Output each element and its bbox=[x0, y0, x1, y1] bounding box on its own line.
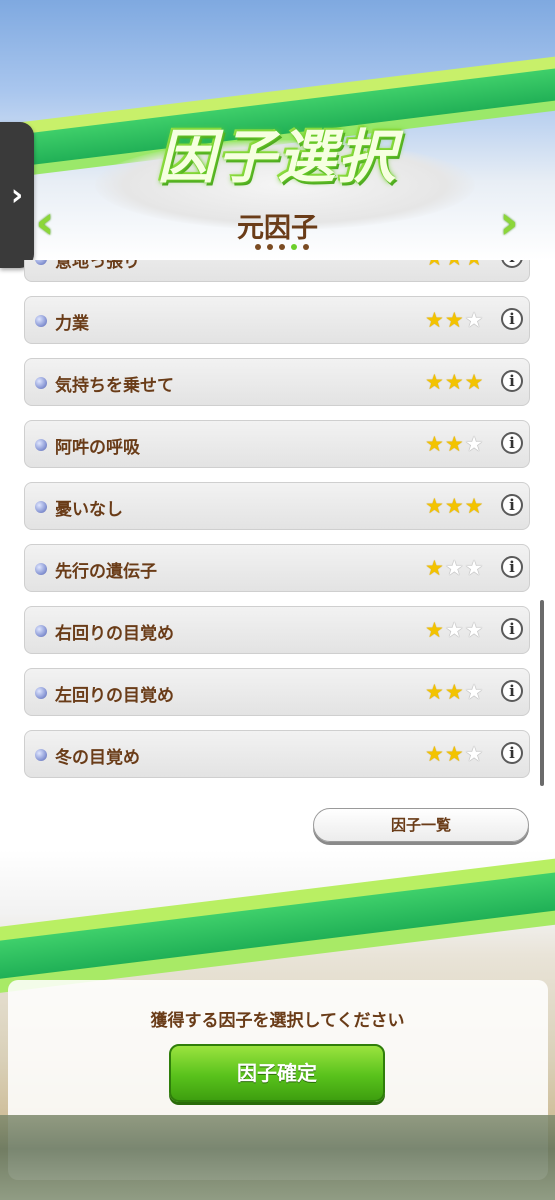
info-icon[interactable]: i bbox=[501, 680, 523, 702]
selection-prompt: 獲得する因子を選択してください bbox=[150, 1011, 405, 1031]
star-filled-icon: ★ bbox=[425, 556, 444, 580]
star-filled-icon: ★ bbox=[425, 260, 444, 269]
star-filled-icon: ★ bbox=[444, 432, 464, 456]
star-rating: ★★★ bbox=[425, 557, 483, 579]
factor-label: 冬の目覚め bbox=[55, 748, 140, 768]
star-empty-icon: ★ bbox=[464, 680, 484, 704]
star-empty-icon: ★ bbox=[464, 618, 484, 642]
star-filled-icon: ★ bbox=[425, 432, 444, 456]
info-icon[interactable]: i bbox=[501, 494, 523, 516]
factor-row[interactable]: 冬の目覚め ★ ★ ★ i bbox=[24, 730, 530, 778]
star-filled-icon: ★ bbox=[444, 370, 464, 394]
factor-label: 左回りの目覚め bbox=[55, 686, 174, 706]
star-filled-icon: ★ bbox=[425, 308, 444, 332]
bullet-icon bbox=[35, 749, 47, 761]
star-rating: ★★★ bbox=[425, 371, 483, 393]
star-filled-icon: ★ bbox=[464, 370, 484, 394]
star-filled-icon: ★ bbox=[444, 308, 464, 332]
bullet-icon bbox=[35, 563, 47, 575]
info-icon[interactable]: i bbox=[501, 370, 523, 392]
confirm-factor-button[interactable]: 因子確定 bbox=[169, 1044, 385, 1102]
star-rating: ★★★ bbox=[425, 433, 483, 455]
star-filled-icon: ★ bbox=[425, 370, 444, 394]
factor-list-button[interactable]: 因子一覧 bbox=[313, 808, 529, 842]
star-empty-icon: ★ bbox=[444, 556, 464, 580]
page-dot bbox=[303, 244, 309, 250]
star-filled-icon: ★ bbox=[425, 618, 444, 642]
page-dot bbox=[267, 244, 273, 250]
info-icon[interactable]: i bbox=[501, 556, 523, 578]
factor-row[interactable]: 先行の遺伝子 ★ ★ ★ i bbox=[24, 544, 530, 592]
factor-row[interactable]: 憂いなし ★ ★ ★ i bbox=[24, 482, 530, 530]
factor-label: 意地っ張り bbox=[55, 260, 140, 272]
factor-label: 阿吽の呼吸 bbox=[55, 438, 140, 458]
scrollbar[interactable] bbox=[540, 600, 544, 786]
star-filled-icon: ★ bbox=[425, 680, 444, 704]
star-empty-icon: ★ bbox=[464, 432, 484, 456]
bullet-icon bbox=[35, 501, 47, 513]
bullet-icon bbox=[35, 315, 47, 327]
bullet-icon bbox=[35, 377, 47, 389]
star-rating: ★★★ bbox=[425, 681, 483, 703]
page-title: 因子選択 bbox=[157, 123, 398, 191]
bullet-icon bbox=[35, 687, 47, 699]
factor-row[interactable]: 左回りの目覚め ★ ★ ★ i bbox=[24, 668, 530, 716]
star-empty-icon: ★ bbox=[464, 308, 484, 332]
star-empty-icon: ★ bbox=[464, 742, 484, 766]
page-dot bbox=[255, 244, 261, 250]
info-icon[interactable]: i bbox=[501, 308, 523, 330]
star-filled-icon: ★ bbox=[465, 260, 484, 269]
factor-label: 憂いなし bbox=[55, 500, 123, 520]
factor-label: 先行の遺伝子 bbox=[55, 562, 157, 582]
section-subtitle: 元因子 bbox=[237, 213, 318, 244]
star-filled-icon: ★ bbox=[444, 680, 464, 704]
factor-row[interactable]: 阿吽の呼吸 ★ ★ ★ i bbox=[24, 420, 530, 468]
factor-row[interactable]: 右回りの目覚め ★ ★ ★ i bbox=[24, 606, 530, 654]
page-dot bbox=[291, 244, 297, 250]
bullet-icon bbox=[35, 260, 47, 265]
star-rating: ★★★ bbox=[425, 495, 483, 517]
page-dot bbox=[279, 244, 285, 250]
background-fence bbox=[0, 1115, 555, 1200]
star-empty-icon: ★ bbox=[444, 618, 464, 642]
star-filled-icon: ★ bbox=[425, 742, 444, 766]
star-rating: ★★★ bbox=[425, 743, 483, 765]
star-filled-icon: ★ bbox=[444, 494, 464, 518]
star-filled-icon: ★ bbox=[464, 494, 484, 518]
star-rating: ★★★ bbox=[425, 309, 483, 331]
page-indicator bbox=[255, 244, 309, 250]
factor-label: 力業 bbox=[55, 314, 89, 334]
info-icon[interactable]: i bbox=[501, 260, 523, 268]
star-filled-icon: ★ bbox=[425, 494, 444, 518]
factor-label: 右回りの目覚め bbox=[55, 624, 174, 644]
star-rating: ★★★ bbox=[425, 260, 483, 269]
star-filled-icon: ★ bbox=[445, 260, 464, 269]
star-filled-icon: ★ bbox=[444, 742, 464, 766]
info-icon[interactable]: i bbox=[501, 618, 523, 640]
info-icon[interactable]: i bbox=[501, 742, 523, 764]
factor-label: 気持ちを乗せて bbox=[55, 376, 174, 396]
info-icon[interactable]: i bbox=[501, 432, 523, 454]
factor-list[interactable]: 意地っ張り★★★i力業★★★i気持ちを乗せて★★★i阿吽の呼吸★★★i憂いなし★… bbox=[24, 260, 532, 788]
star-empty-icon: ★ bbox=[464, 556, 484, 580]
star-rating: ★★★ bbox=[425, 619, 483, 641]
factor-row[interactable]: 力業 ★ ★ ★ i bbox=[24, 296, 530, 344]
bullet-icon bbox=[35, 439, 47, 451]
bullet-icon bbox=[35, 625, 47, 637]
factor-row[interactable]: 意地っ張り★★★i bbox=[24, 260, 530, 282]
factor-row[interactable]: 気持ちを乗せて ★ ★ ★ i bbox=[24, 358, 530, 406]
